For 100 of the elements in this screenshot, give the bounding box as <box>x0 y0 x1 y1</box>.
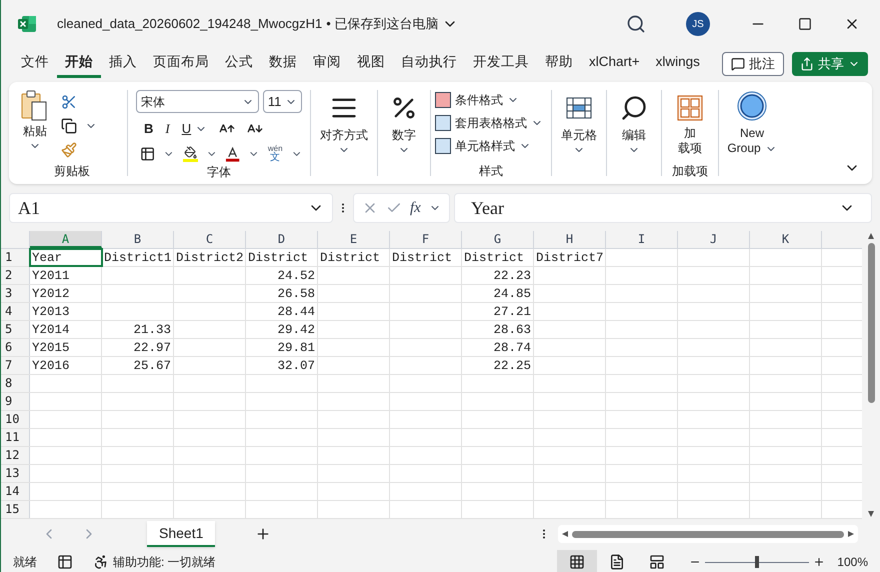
row-header[interactable]: 12 <box>1 447 30 464</box>
number-format-button[interactable]: 数字 <box>378 86 430 180</box>
column-header[interactable]: E <box>318 231 390 248</box>
column-header[interactable]: J <box>678 231 750 248</box>
italic-button[interactable]: I <box>165 119 170 138</box>
comments-button[interactable]: 批注 <box>722 52 784 76</box>
column-header[interactable]: H <box>534 231 606 248</box>
save-status-button[interactable]: • 已保存到这台电脑 <box>326 14 458 34</box>
column-header[interactable]: D <box>246 231 318 248</box>
table-cell-text: Y2016 <box>31 358 71 375</box>
row-header[interactable]: 5 <box>1 321 30 338</box>
row-header[interactable]: 11 <box>1 429 30 446</box>
ribbon-tab[interactable]: 文件 <box>13 50 57 78</box>
scroll-right-icon[interactable] <box>848 531 854 537</box>
font-color-icon[interactable] <box>225 146 240 162</box>
ribbon-tab[interactable]: 插入 <box>101 50 145 78</box>
scroll-left-icon[interactable] <box>562 531 568 537</box>
ribbon-tab[interactable]: 视图 <box>349 50 393 78</box>
table-cell-text: Year <box>31 250 64 267</box>
editing-button[interactable]: 编辑 <box>607 86 661 180</box>
alignment-button[interactable]: 对齐方式 <box>311 86 377 180</box>
search-icon <box>620 94 648 122</box>
new-group-button[interactable]: New Group <box>719 86 785 156</box>
row-header[interactable]: 3 <box>1 285 30 302</box>
ribbon-tab[interactable]: 开始 <box>57 50 101 78</box>
insert-function-button[interactable]: fx <box>410 196 421 220</box>
borders-icon[interactable] <box>140 146 156 162</box>
table-style-icon <box>435 92 451 108</box>
phonetic-button[interactable]: wén 文 <box>268 144 283 162</box>
column-header[interactable]: I <box>606 231 678 248</box>
zoom-slider[interactable] <box>705 556 810 568</box>
row-header[interactable]: 4 <box>1 303 30 320</box>
cell-mode-icon <box>57 554 73 570</box>
ribbon-tab[interactable]: 数据 <box>261 50 305 78</box>
paste-button[interactable]: 粘贴 <box>17 90 53 152</box>
row-header[interactable]: 13 <box>1 465 30 482</box>
table-style-icon <box>435 115 451 131</box>
sheet-tab[interactable]: Sheet1 <box>147 521 216 547</box>
style-menu-button[interactable]: 单元格样式 <box>435 137 547 155</box>
ribbon-tab[interactable]: xlChart+ <box>581 50 648 78</box>
row-header[interactable]: 2 <box>1 267 30 284</box>
column-header[interactable]: B <box>102 231 174 248</box>
scroll-down-icon[interactable] <box>868 511 874 517</box>
group-label: 样式 <box>479 163 503 180</box>
underline-button[interactable]: U <box>182 119 192 138</box>
row-header[interactable]: 7 <box>1 357 30 374</box>
bold-button[interactable]: B <box>144 119 154 138</box>
ribbon-tab[interactable]: xlwings <box>648 50 708 78</box>
table-cell-text: District <box>247 250 310 267</box>
column-header[interactable]: F <box>390 231 462 248</box>
row-header[interactable]: 8 <box>1 375 30 392</box>
search-icon[interactable] <box>626 14 646 34</box>
column-header[interactable]: C <box>174 231 246 248</box>
ribbon-tab[interactable]: 自动执行 <box>393 50 465 78</box>
share-icon <box>800 57 814 71</box>
column-header[interactable]: G <box>462 231 534 248</box>
copy-icon[interactable] <box>61 118 77 134</box>
table-cell-text: 26.58 <box>276 286 316 303</box>
accessibility-status[interactable]: 辅助功能: 一切就绪 <box>113 553 216 571</box>
row-header[interactable]: 6 <box>1 339 30 356</box>
ribbon-tab[interactable]: 页面布局 <box>145 50 217 78</box>
table-style-icon <box>435 138 451 154</box>
table-cell-text: 21.33 <box>132 322 172 339</box>
horizontal-scrollbar[interactable] <box>558 525 858 543</box>
row-header[interactable]: 15 <box>1 501 30 518</box>
maximize-icon[interactable] <box>798 17 812 31</box>
row-header[interactable]: 14 <box>1 483 30 500</box>
ribbon-tab[interactable]: 公式 <box>217 50 261 78</box>
zoom-in-icon[interactable] <box>813 556 826 568</box>
row-header[interactable]: 1 <box>1 249 30 266</box>
ribbon-tab[interactable]: 审阅 <box>305 50 349 78</box>
row-header[interactable]: 9 <box>1 393 30 410</box>
ribbon-tab[interactable]: 帮助 <box>537 50 581 78</box>
formula-field[interactable]: Year <box>454 193 872 223</box>
user-avatar[interactable]: JS <box>686 12 710 36</box>
style-menu-button[interactable]: 套用表格格式 <box>435 114 547 132</box>
share-button[interactable]: 共享 <box>792 52 868 76</box>
style-menu-button[interactable]: 条件格式 <box>435 91 547 109</box>
table-cell-text: 22.25 <box>492 358 532 375</box>
group-label: 剪贴板 <box>54 163 90 180</box>
page-icon <box>609 554 626 570</box>
row-header[interactable]: 10 <box>1 411 30 428</box>
cells-button[interactable]: 单元格 <box>552 86 606 180</box>
scroll-up-icon[interactable] <box>868 233 874 239</box>
table-cell-text: District <box>391 250 454 267</box>
column-header[interactable]: K <box>750 231 822 248</box>
format-painter-icon[interactable] <box>61 142 77 158</box>
circle-icon <box>736 90 768 122</box>
table-cell-text: 29.81 <box>276 340 316 357</box>
zoom-slider-thumb[interactable] <box>755 556 760 568</box>
cut-icon[interactable] <box>61 94 77 110</box>
fill-color-icon[interactable] <box>182 146 198 162</box>
view-button[interactable] <box>557 550 598 572</box>
addins-button[interactable]: 加 载项 <box>676 86 704 156</box>
name-box[interactable]: A1 <box>9 193 333 223</box>
zoom-level[interactable]: 100% <box>837 553 868 571</box>
column-header[interactable]: A <box>30 231 102 248</box>
font-name-field[interactable]: 宋体 <box>136 90 259 113</box>
font-size-field[interactable]: 11 <box>262 90 302 113</box>
ribbon-tab[interactable]: 开发工具 <box>465 50 537 78</box>
